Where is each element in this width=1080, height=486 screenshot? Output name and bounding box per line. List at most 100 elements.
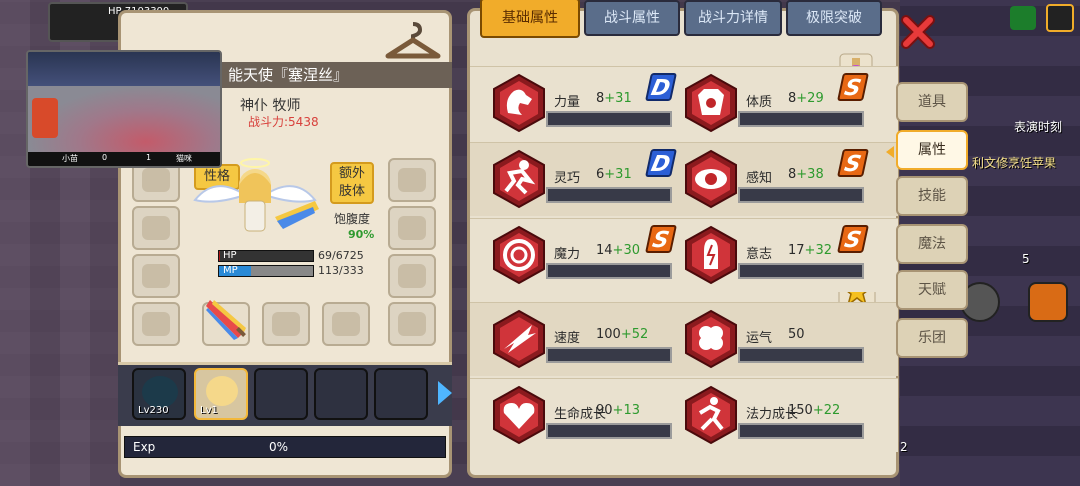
- video-right-name: 猫咪: [176, 154, 192, 163]
- wardrobe-hanger-icon[interactable]: [384, 18, 442, 62]
- party-member-slot[interactable]: Lv230: [132, 368, 186, 420]
- equip-slot-gloves[interactable]: [388, 302, 436, 346]
- character-name-bar: 能天使『塞涅丝』: [220, 62, 452, 88]
- extra-limb-button[interactable]: 额外 肢体: [330, 162, 374, 204]
- active-caret-icon: [886, 146, 894, 158]
- stat-base: 90: [596, 403, 613, 418]
- stat-block[interactable]: 灵巧 6+31 D: [492, 149, 682, 211]
- stat-bar: [738, 263, 864, 279]
- equip-slot-body[interactable]: [132, 254, 180, 298]
- nav-skills[interactable]: 技能: [896, 176, 968, 216]
- stat-bonus: +29: [796, 91, 824, 106]
- stat-value: 17+32: [788, 243, 832, 258]
- stat-block[interactable]: 生命成长 90+13: [492, 385, 682, 447]
- nav-label: 属性: [918, 142, 946, 158]
- stat-row: 生命成长 90+13 法力成长 150+22: [470, 378, 898, 452]
- stat-bonus: +52: [620, 327, 649, 342]
- character-power: 战斗力:5438: [248, 115, 319, 129]
- stat-block[interactable]: 魔力 14+30 S: [492, 225, 682, 287]
- stat-block[interactable]: 法力成长 150+22: [684, 385, 874, 447]
- nav-attributes[interactable]: 属性: [886, 130, 968, 170]
- grade-badge: S: [837, 225, 869, 253]
- equip-slot-legs[interactable]: [388, 254, 436, 298]
- stat-block[interactable]: 力量 8+31 D: [492, 73, 682, 135]
- party-member-slot[interactable]: Lv1: [194, 368, 248, 420]
- stat-value: 50: [788, 327, 805, 342]
- tab-basic-attributes[interactable]: 基础属性: [480, 0, 580, 38]
- equip-slot-wing[interactable]: [132, 206, 180, 250]
- tab-label: 极限突破: [806, 10, 862, 26]
- party-empty-slot[interactable]: [374, 368, 428, 420]
- video-score-mid: 1: [146, 153, 152, 162]
- stat-base: 14: [596, 243, 613, 258]
- nav-label: 道具: [918, 94, 946, 110]
- stat-value: 14+30: [596, 243, 640, 258]
- stat-bonus: +32: [804, 243, 832, 258]
- background-time-label: 表演时刻: [1014, 120, 1063, 134]
- tab-combat-attributes[interactable]: 战斗属性: [584, 0, 680, 36]
- equip-slot-accessory[interactable]: [388, 158, 436, 202]
- stat-row: 力量 8+31 D 体质 8+29 S: [470, 66, 898, 140]
- stat-name: 魔力: [554, 247, 581, 262]
- stat-block[interactable]: 速度 100+52: [492, 309, 682, 371]
- tab-limit-break[interactable]: 极限突破: [786, 0, 882, 36]
- stat-block[interactable]: 运气 50: [684, 309, 874, 371]
- fullscreen-toggle-icon[interactable]: [1046, 4, 1074, 32]
- party-member-avatar: [206, 376, 238, 406]
- party-empty-slot[interactable]: [314, 368, 368, 420]
- exp-value: 0%: [269, 440, 289, 454]
- stat-block[interactable]: 体质 8+29 S: [684, 73, 874, 135]
- stat-bonus: +31: [604, 167, 632, 182]
- stat-block[interactable]: 感知 8+38 S: [684, 149, 874, 211]
- equip-slot-weapon[interactable]: [202, 300, 250, 346]
- equip-slot-hand[interactable]: [132, 302, 180, 346]
- stat-bonus: +30: [612, 243, 640, 258]
- gauntlet-icon: [142, 312, 170, 336]
- stat-bar: [546, 263, 672, 279]
- grade-badge: D: [645, 73, 677, 101]
- grade-badge: S: [837, 73, 869, 101]
- close-icon[interactable]: [900, 14, 936, 50]
- perception-icon: [685, 149, 737, 209]
- video-streamer-cam: [32, 98, 58, 138]
- party-next-arrow-icon[interactable]: [438, 381, 452, 405]
- speed-icon: [493, 309, 545, 369]
- video-hud: [28, 52, 220, 86]
- exp-label: Exp: [133, 440, 156, 454]
- party-member-level: Lv1: [200, 405, 218, 416]
- nav-magic[interactable]: 魔法: [896, 224, 968, 264]
- stream-video-overlay[interactable]: 小苗 0 1 猫咪: [26, 50, 222, 168]
- video-score-left: 0: [102, 153, 108, 162]
- party-empty-slot[interactable]: [254, 368, 308, 420]
- hp-bar-fill: [219, 251, 220, 261]
- equip-slot-offhand[interactable]: [262, 302, 310, 346]
- stat-block[interactable]: 意志 17+32 S: [684, 225, 874, 287]
- exp-bar: Exp 0%: [124, 436, 446, 458]
- glove-icon: [398, 312, 426, 336]
- stat-value: 90+13: [596, 403, 640, 418]
- grade-badge: S: [837, 149, 869, 177]
- stat-base: 17: [788, 243, 805, 258]
- nav-band[interactable]: 乐团: [896, 318, 968, 358]
- stat-name: 力量: [554, 95, 581, 110]
- mp-bar-label: MP: [223, 265, 238, 276]
- character-class: 神仆 牧师: [240, 98, 301, 114]
- tab-power-details[interactable]: 战斗力详情: [684, 0, 782, 36]
- background-count-right: 5: [1022, 252, 1030, 266]
- nav-items[interactable]: 道具: [896, 82, 968, 122]
- stat-bonus: +31: [604, 91, 632, 106]
- equip-slot-ring[interactable]: [388, 206, 436, 250]
- equip-slot-cloak[interactable]: [322, 302, 370, 346]
- background-scroll-text: 利文修烹饪苹果: [972, 156, 1057, 170]
- magic-icon: [493, 225, 545, 285]
- hp-bar-label: HP: [223, 250, 237, 261]
- stat-base: 100: [596, 327, 621, 342]
- will-icon: [685, 225, 737, 285]
- nav-talents[interactable]: 天赋: [896, 270, 968, 310]
- cloak-icon: [332, 312, 360, 336]
- character-name: 能天使『塞涅丝』: [228, 66, 349, 84]
- character-sprite: [193, 158, 319, 232]
- stat-bar: [738, 423, 864, 439]
- dagger-icon: [272, 312, 300, 336]
- stat-base: 150: [788, 403, 813, 418]
